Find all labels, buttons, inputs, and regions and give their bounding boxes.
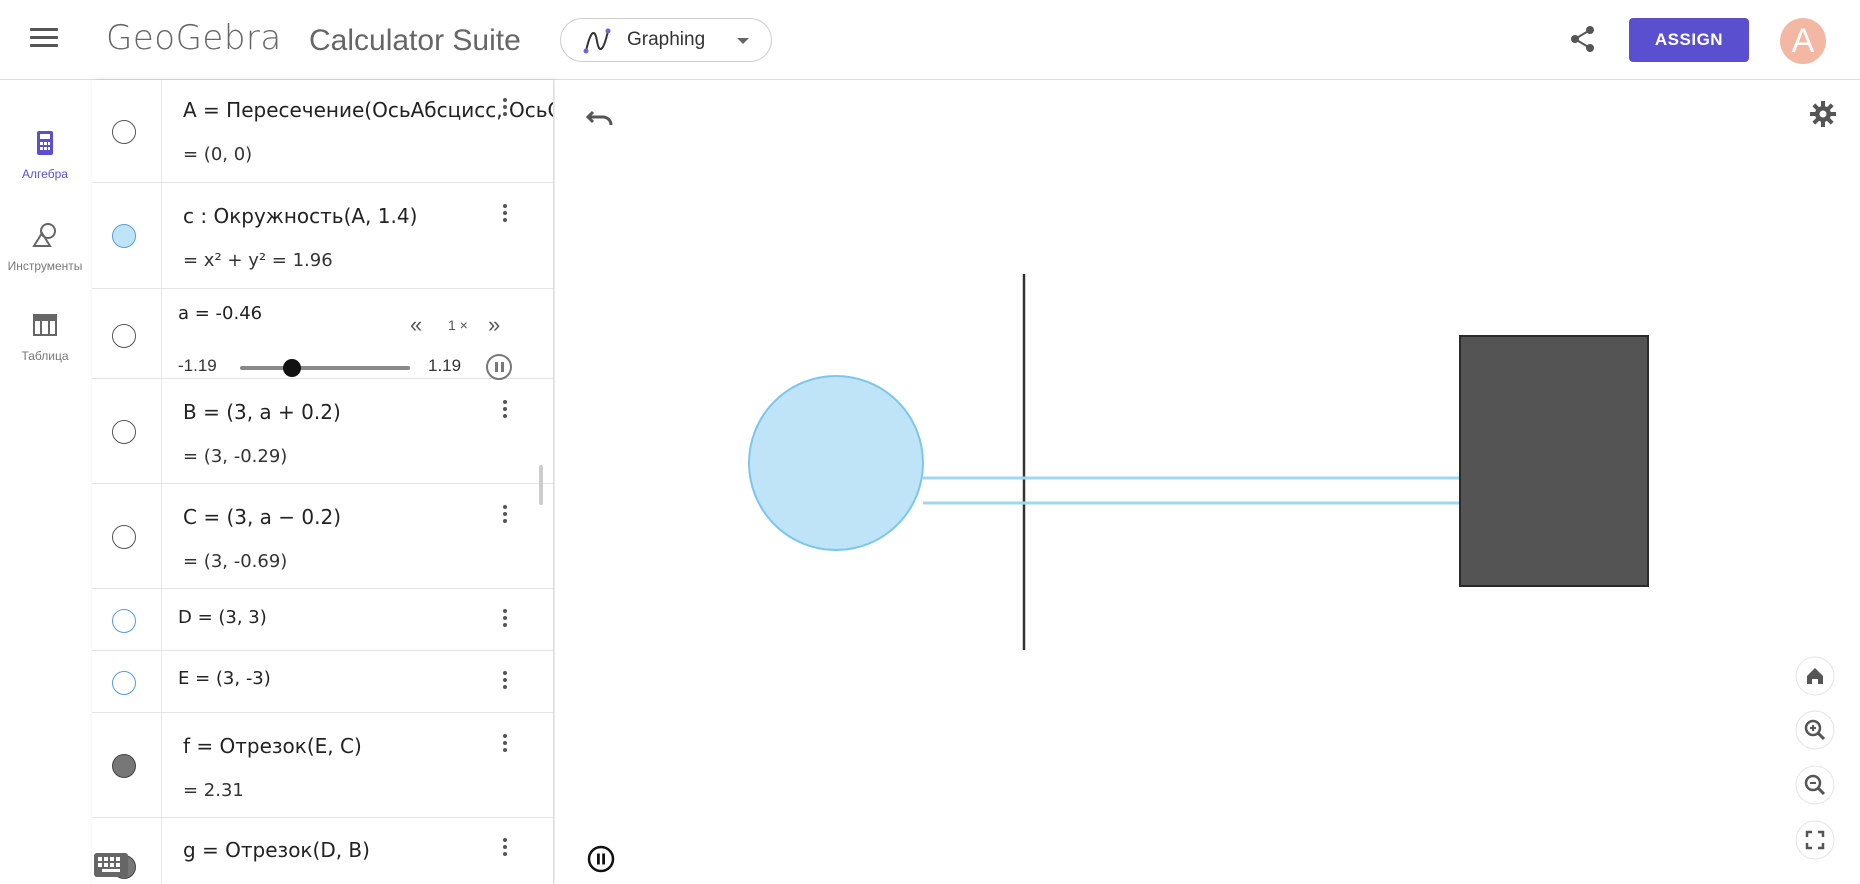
more-options-icon[interactable] [495, 202, 515, 228]
slider-label[interactable]: a = -0.46 [178, 303, 262, 324]
slider-max: 1.19 [428, 356, 462, 375]
algebra-value: = (3, -0.69) [183, 551, 288, 572]
more-options-icon[interactable] [495, 607, 515, 633]
zoom-out-icon[interactable] [1795, 765, 1835, 805]
more-options-icon[interactable] [495, 669, 515, 695]
algebra-definition[interactable]: B = (3, a + 0.2) [183, 400, 341, 424]
user-avatar[interactable]: A [1780, 18, 1826, 64]
graphics-canvas[interactable] [555, 80, 1860, 884]
algebra-definition[interactable]: f = Отрезок(E, C) [183, 734, 362, 758]
geogebra-logo: GeoGebra [106, 18, 282, 58]
rail-item-label: Инструменты [7, 259, 83, 273]
hamburger-menu-icon[interactable] [30, 28, 58, 50]
algebra-value: = (3, -0.29) [183, 446, 288, 467]
slider-min: -1.19 [178, 356, 217, 375]
algebra-value: = x² + y² = 1.96 [183, 250, 333, 271]
visibility-toggle[interactable] [112, 754, 136, 778]
rail-item-tools[interactable]: Инструменты [0, 220, 90, 296]
speed-down-button[interactable]: « [410, 312, 422, 338]
share-icon[interactable] [1568, 24, 1598, 54]
app-selector-label: Graphing [627, 29, 706, 50]
visibility-toggle[interactable] [112, 324, 136, 348]
algebra-value: = (0, 0) [183, 144, 253, 165]
algebra-row-E[interactable]: E = (3, -3) [92, 652, 553, 713]
algebra-definition[interactable]: g = Отрезок(D, B) [183, 838, 370, 862]
algebra-scrollbar[interactable] [539, 465, 543, 505]
visibility-toggle[interactable] [112, 224, 136, 248]
more-options-icon[interactable] [495, 398, 515, 424]
speed-up-button[interactable]: » [488, 312, 500, 338]
algebra-row-A[interactable]: A = Пересечение(ОсьАбсцисс, ОсьО = (0, 0… [92, 80, 553, 183]
algebra-panel: A = Пересечение(ОсьАбсцисс, ОсьО = (0, 0… [92, 80, 554, 884]
algebra-definition[interactable]: c : Окружность(A, 1.4) [183, 204, 417, 228]
calculator-icon [37, 131, 53, 155]
table-icon [33, 314, 57, 336]
visibility-toggle[interactable] [112, 420, 136, 444]
circle-c[interactable] [748, 375, 924, 551]
more-options-icon[interactable] [495, 836, 515, 862]
algebra-row-D[interactable]: D = (3, 3) [92, 590, 553, 651]
algebra-definition[interactable]: E = (3, -3) [178, 668, 271, 689]
algebra-definition[interactable]: C = (3, a − 0.2) [183, 505, 341, 529]
graphing-icon [583, 28, 611, 54]
animation-speed[interactable]: 1 × [448, 317, 468, 333]
pause-animation-button[interactable] [486, 354, 512, 380]
app-selector-dropdown[interactable]: Graphing [560, 18, 772, 62]
dark-block[interactable] [1459, 335, 1649, 587]
algebra-definition[interactable]: D = (3, 3) [178, 607, 267, 628]
visibility-toggle[interactable] [112, 671, 136, 695]
pause-animation-icon[interactable] [586, 844, 616, 874]
visibility-toggle[interactable] [112, 525, 136, 549]
rail-item-table[interactable]: Таблица [0, 310, 90, 386]
more-options-icon[interactable] [495, 732, 515, 758]
algebra-row-B[interactable]: B = (3, a + 0.2) = (3, -0.29) [92, 380, 553, 484]
rail-item-algebra[interactable]: Алгебра [0, 128, 90, 204]
rail-item-label: Таблица [21, 349, 69, 363]
app-suite-title: Calculator Suite [309, 24, 521, 57]
graphics-view[interactable] [555, 80, 1860, 884]
home-view-icon[interactable] [1795, 656, 1835, 696]
gear-icon[interactable] [1808, 99, 1838, 129]
algebra-row-C[interactable]: C = (3, a − 0.2) = (3, -0.69) [92, 485, 553, 589]
more-options-icon[interactable] [495, 96, 515, 122]
slider-track[interactable] [240, 366, 410, 370]
shapes-icon [32, 223, 56, 247]
zoom-in-icon[interactable] [1795, 710, 1835, 750]
algebra-value: = 2.31 [183, 780, 244, 801]
rail-item-label: Алгебра [22, 167, 68, 181]
more-options-icon[interactable] [495, 503, 515, 529]
algebra-row-f[interactable]: f = Отрезок(E, C) = 2.31 [92, 714, 553, 818]
assign-button[interactable]: ASSIGN [1629, 18, 1749, 62]
fullscreen-icon[interactable] [1795, 820, 1835, 860]
keyboard-icon[interactable] [94, 853, 128, 877]
undo-icon[interactable] [585, 104, 617, 132]
top-bar: GeoGebra Calculator Suite Graphing ASSIG… [0, 0, 1860, 80]
visibility-toggle[interactable] [112, 609, 136, 633]
visibility-toggle[interactable] [112, 120, 136, 144]
algebra-row-g[interactable]: g = Отрезок(D, B) [92, 819, 553, 884]
algebra-row-slider-a[interactable]: a = -0.46 « 1 × » -1.19 1.19 [92, 290, 553, 380]
slider-thumb[interactable] [283, 359, 302, 377]
algebra-row-c[interactable]: c : Окружность(A, 1.4) = x² + y² = 1.96 [92, 184, 553, 289]
left-rail: Алгебра Инструменты Таблица [0, 80, 92, 884]
chevron-down-icon [737, 38, 749, 44]
